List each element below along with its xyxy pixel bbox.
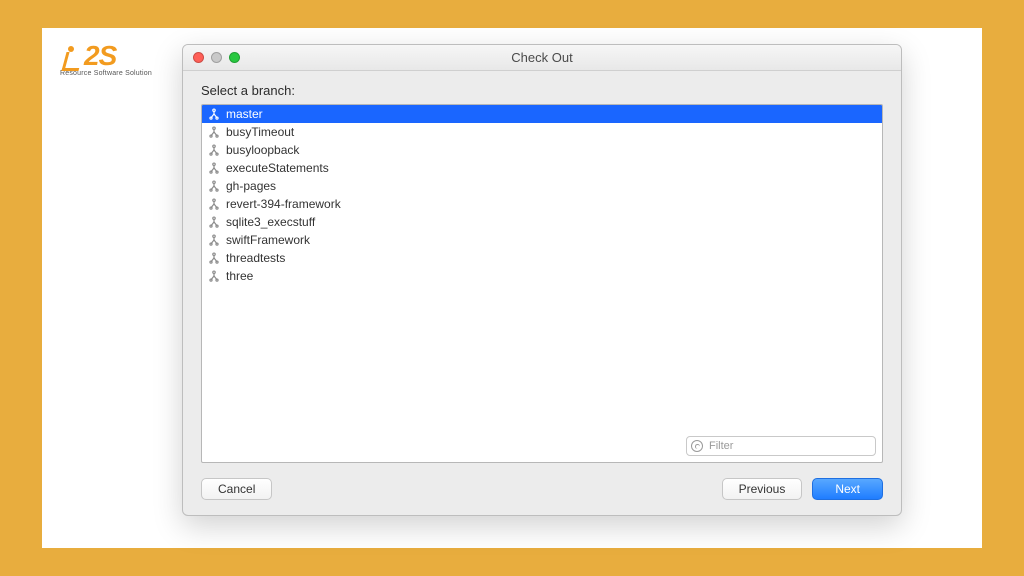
branch-row[interactable]: swiftFramework <box>202 231 882 249</box>
filter-field-wrap <box>686 436 876 456</box>
branch-label: swiftFramework <box>226 233 310 247</box>
checkout-dialog: Check Out Select a branch: master busyTim… <box>182 44 902 516</box>
branch-icon <box>208 252 220 264</box>
branch-row[interactable]: executeStatements <box>202 159 882 177</box>
branch-label: busyloopback <box>226 143 299 157</box>
logo-text: 2S <box>84 40 116 71</box>
branch-icon <box>208 180 220 192</box>
branch-listbox[interactable]: master busyTimeout busyloopback executeStat… <box>201 104 883 463</box>
minimize-icon <box>211 52 222 63</box>
branch-row[interactable]: sqlite3_execstuff <box>202 213 882 231</box>
branch-icon <box>208 162 220 174</box>
previous-button[interactable]: Previous <box>722 478 803 500</box>
branch-icon <box>208 234 220 246</box>
filter-input[interactable] <box>686 436 876 456</box>
branch-label: three <box>226 269 253 283</box>
branch-label: threadtests <box>226 251 285 265</box>
filter-icon <box>691 440 703 452</box>
branch-row[interactable]: revert-394-framework <box>202 195 882 213</box>
branch-label: sqlite3_execstuff <box>226 215 315 229</box>
next-button[interactable]: Next <box>812 478 883 500</box>
window-controls <box>193 52 240 63</box>
branch-label: busyTimeout <box>226 125 294 139</box>
branch-row[interactable]: busyloopback <box>202 141 882 159</box>
branch-label: revert-394-framework <box>226 197 341 211</box>
logo-figure-icon <box>60 44 84 72</box>
branch-icon <box>208 216 220 228</box>
branch-label: executeStatements <box>226 161 329 175</box>
cancel-button[interactable]: Cancel <box>201 478 272 500</box>
branch-row[interactable]: gh-pages <box>202 177 882 195</box>
branch-icon <box>208 198 220 210</box>
branch-row[interactable]: threadtests <box>202 249 882 267</box>
branch-row[interactable]: master <box>202 105 882 123</box>
zoom-icon[interactable] <box>229 52 240 63</box>
button-row: Cancel Previous Next <box>183 463 901 515</box>
branch-row[interactable]: busyTimeout <box>202 123 882 141</box>
branch-label: gh-pages <box>226 179 276 193</box>
branch-icon <box>208 126 220 138</box>
outer-frame: 2S Resource Software Solution Check Out … <box>0 0 1024 576</box>
dialog-content: Select a branch: master busyTimeout busylo… <box>183 71 901 463</box>
branch-icon <box>208 108 220 120</box>
branch-row[interactable]: three <box>202 267 882 285</box>
r2s-logo: 2S Resource Software Solution <box>60 40 180 77</box>
logo-mark: 2S <box>60 40 180 72</box>
branch-label: master <box>226 107 263 121</box>
branch-icon <box>208 270 220 282</box>
close-icon[interactable] <box>193 52 204 63</box>
prompt-label: Select a branch: <box>201 83 883 98</box>
branch-icon <box>208 144 220 156</box>
page-canvas: 2S Resource Software Solution Check Out … <box>42 28 982 548</box>
window-title: Check Out <box>183 50 901 65</box>
titlebar: Check Out <box>183 45 901 71</box>
